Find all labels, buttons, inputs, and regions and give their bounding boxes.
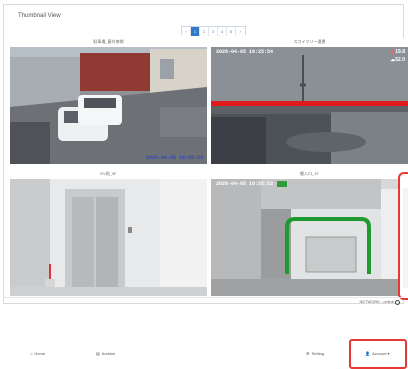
- nav-setting[interactable]: ⚙ Setting: [306, 351, 324, 356]
- camera-tile-skytree[interactable]: スカイツリー遠景 2026-04-05 16:25:54 🌡19.8 ☁52.0: [211, 38, 408, 164]
- side-panel-toggle[interactable]: [403, 188, 408, 288]
- nav-home-label: Home: [34, 351, 46, 356]
- pagination: ‹ 1 2 3 4 5 ›: [181, 26, 246, 36]
- archive-icon: ▤: [96, 351, 100, 356]
- network-status: NETWORK : online: [359, 299, 394, 304]
- account-highlight: [349, 339, 407, 369]
- status-indicator-icon: [395, 300, 400, 305]
- nav-home[interactable]: ⌂ Home: [30, 351, 45, 356]
- page-button-3[interactable]: 3: [209, 27, 218, 36]
- page-button-4[interactable]: 4: [218, 27, 227, 36]
- camera-feed-image: 2026-04-05 16:25:54 🌡19.8 ☁52.0: [211, 47, 408, 164]
- page-button-5[interactable]: 5: [227, 27, 236, 36]
- nav-setting-label: Setting: [311, 351, 325, 356]
- page-prev-button[interactable]: ‹: [182, 27, 191, 36]
- humidity-readout: ☁52.0: [390, 57, 405, 63]
- page-next-button[interactable]: ›: [236, 27, 245, 36]
- temperature-readout: 🌡19.8: [388, 49, 405, 55]
- home-icon: ⌂: [30, 351, 33, 356]
- camera-tile-dock[interactable]: 搬入口_1F 2026-04-05 16:25:53: [211, 170, 408, 296]
- camera-name: 搬入口_1F: [211, 170, 408, 178]
- camera-name: スカイツリー遠景: [211, 38, 408, 46]
- nav-archive-label: Archive: [101, 351, 116, 356]
- camera-name: EV前_3F: [10, 170, 207, 178]
- status-bar: NETWORK : online: [3, 297, 404, 307]
- gear-icon: ⚙: [306, 351, 310, 356]
- camera-grid: 駐車場_屋外南側 2026-04-05 16:25:53 スカイツリー遠景 20…: [10, 38, 408, 296]
- camera-timestamp: 2026-04-05 16:25:54: [216, 49, 274, 55]
- camera-tile-elevator[interactable]: EV前_3F: [10, 170, 207, 296]
- nav-archive[interactable]: ▤ Archive: [96, 351, 115, 356]
- bottom-nav: ⌂ Home ▤ Archive ⚙ Setting 👤 Account ▾: [0, 345, 408, 365]
- page-title: Thumbnail View: [18, 13, 61, 19]
- camera-feed-image: 2026-04-05 16:25:53: [10, 47, 207, 164]
- camera-timestamp: 2026-04-05 16:25:53: [216, 181, 274, 187]
- camera-timestamp: 2026-04-05 16:25:53: [145, 155, 203, 161]
- page-button-1[interactable]: 1: [191, 27, 200, 36]
- page-button-2[interactable]: 2: [200, 27, 209, 36]
- camera-tile-parking[interactable]: 駐車場_屋外南側 2026-04-05 16:25:53: [10, 38, 207, 164]
- camera-feed-image: 2026-04-05 16:25:53: [211, 179, 408, 296]
- camera-name: 駐車場_屋外南側: [10, 38, 207, 46]
- camera-feed-image: [10, 179, 207, 296]
